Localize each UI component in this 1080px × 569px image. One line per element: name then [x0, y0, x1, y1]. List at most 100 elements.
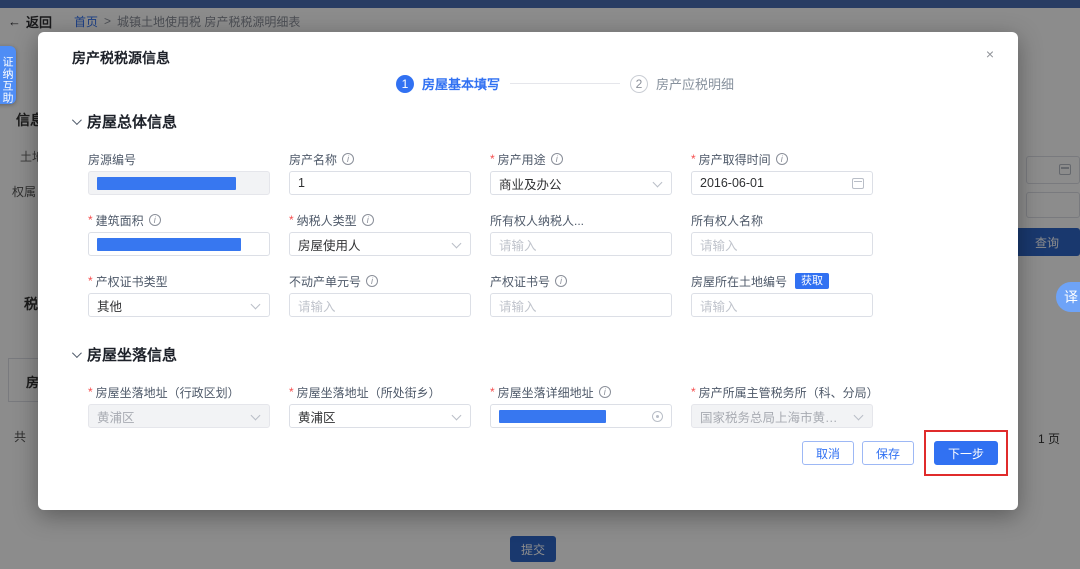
address-street-select[interactable]: 黄浦区 [289, 404, 471, 428]
info-icon[interactable]: i [149, 214, 161, 226]
calendar-icon [852, 178, 864, 189]
required-asterisk: * [88, 274, 93, 288]
screen: ← 返回 首页 > 城镇土地使用税 房产税税源明细表 信息 土地 权属 税源 房… [0, 0, 1080, 569]
field-label: *房屋坐落详细地址 i [490, 385, 672, 399]
step-tax-detail[interactable]: 2 房产应税明细 [630, 74, 734, 93]
real-estate-unit-number-input[interactable]: 请输入 [289, 293, 471, 317]
form-field-ownership-cert-number: 产权证书号i 请输入 [490, 274, 672, 317]
field-placeholder: 请输入 [499, 235, 537, 254]
required-asterisk: * [88, 385, 93, 399]
chevron-down-icon [251, 300, 261, 310]
form-field-ownership-cert-type: *产权证书类型其他 [88, 274, 270, 317]
get-land-number-button[interactable]: 获取 [795, 273, 829, 289]
property-use-select[interactable]: 商业及办公 [490, 171, 672, 195]
field-value: 房屋使用人 [298, 235, 361, 254]
chevron-down-icon [72, 115, 82, 125]
side-helper-tag[interactable]: 证纳互助 [0, 46, 16, 104]
field-value: 黄浦区 [298, 407, 336, 426]
building-area-redacted[interactable] [88, 232, 270, 256]
form-field-taxpayer-type: *纳税人类型i房屋使用人 [289, 213, 471, 256]
close-icon[interactable]: × [982, 46, 998, 62]
form-field-property-use: *房产用途 i 商业及办公 [490, 152, 672, 195]
ownership-cert-type-select[interactable]: 其他 [88, 293, 270, 317]
field-label: *产权证书类型 [88, 274, 270, 288]
address-detail-redacted[interactable] [490, 404, 672, 428]
field-label: 不动产单元号 i [289, 274, 471, 288]
field-value: 商业及办公 [499, 174, 562, 193]
redacted-value [97, 177, 236, 190]
field-label: 房源编号 [88, 152, 270, 166]
field-label: 房屋所在土地编号获取 [691, 274, 873, 288]
property-tax-modal: 房产税税源信息 × 1 房屋基本填写 2 房产应税明细 房屋总体信息 房源编号房… [38, 32, 1018, 510]
owner-taxpayer-id-input[interactable]: 请输入 [490, 232, 672, 256]
form-grid-location: *房屋坐落地址（行政区划）黄浦区*房屋坐落地址（所处街乡）黄浦区*房屋坐落详细地… [88, 385, 984, 428]
field-label-text: 房产名称 [289, 151, 337, 168]
info-icon[interactable]: i [599, 386, 611, 398]
step-basic-info[interactable]: 1 房屋基本填写 [396, 74, 500, 93]
chevron-down-icon [452, 411, 462, 421]
info-icon[interactable]: i [366, 275, 378, 287]
info-icon[interactable]: i [776, 153, 788, 165]
field-placeholder: 请输入 [298, 296, 336, 315]
info-icon[interactable]: i [362, 214, 374, 226]
translate-button[interactable]: 译 [1056, 282, 1080, 312]
form-field-address-district: *房屋坐落地址（行政区划） 黄浦区 [88, 385, 270, 428]
field-label-text: 房产用途 [498, 151, 546, 168]
field-label-text: 建筑面积 [96, 212, 144, 229]
location-pin-icon [652, 411, 663, 422]
field-label: 所有权人名称 [691, 213, 873, 227]
field-placeholder: 请输入 [700, 235, 738, 254]
modal-footer: 取消 保存 下一步 [802, 430, 1008, 476]
field-label-text: 房产取得时间 [699, 151, 771, 168]
field-label-text: 房屋坐落地址（所处街乡） [297, 384, 441, 401]
form-grid-general: 房源编号房产名称i1*房产用途i商业及办公*房产取得时间i2016-06-01*… [88, 152, 984, 317]
field-placeholder: 请输入 [700, 296, 738, 315]
property-name-input[interactable]: 1 [289, 171, 471, 195]
field-label: 产权证书号i [490, 274, 672, 288]
field-label-text: 纳税人类型 [297, 212, 357, 229]
next-step-button[interactable]: 下一步 [934, 441, 998, 465]
required-asterisk: * [490, 385, 495, 399]
field-label: 房产名称 i [289, 152, 471, 166]
field-placeholder: 请输入 [499, 296, 537, 315]
redacted-value [97, 238, 241, 251]
info-icon[interactable]: i [551, 153, 563, 165]
required-asterisk: * [289, 385, 294, 399]
form-field-address-detail: *房屋坐落详细地址 i [490, 385, 672, 428]
field-label-text: 所有权人纳税人... [490, 212, 584, 229]
land-number-input[interactable]: 请输入 [691, 293, 873, 317]
required-asterisk: * [88, 213, 93, 227]
owner-name-input[interactable]: 请输入 [691, 232, 873, 256]
field-label: *房产所属主管税务所（科、分局） [691, 385, 873, 399]
field-value: 其他 [97, 296, 122, 315]
address-district-select: 黄浦区 [88, 404, 270, 428]
property-acquire-date-date[interactable]: 2016-06-01 [691, 171, 873, 195]
field-label: *房屋坐落地址（所处街乡） [289, 385, 471, 399]
ownership-cert-number-input[interactable]: 请输入 [490, 293, 672, 317]
step-2-circle: 2 [630, 75, 648, 93]
field-label-text: 房屋坐落详细地址 [498, 384, 594, 401]
info-icon[interactable]: i [555, 275, 567, 287]
info-icon[interactable]: i [342, 153, 354, 165]
form-field-building-area: *建筑面积 i [88, 213, 270, 256]
chevron-down-icon [251, 411, 261, 421]
step-connector [510, 83, 620, 84]
form-field-property-acquire-date: *房产取得时间 i 2016-06-01 [691, 152, 873, 195]
cancel-button[interactable]: 取消 [802, 441, 854, 465]
form-field-owner-taxpayer-id: 所有权人纳税人... 请输入 [490, 213, 672, 256]
field-label-text: 房屋所在土地编号 [691, 273, 787, 290]
field-label: *房产用途 i [490, 152, 672, 166]
section-header-location[interactable]: 房屋坐落信息 [72, 343, 984, 365]
section-header-general[interactable]: 房屋总体信息 [72, 110, 984, 132]
field-label-text: 房源编号 [88, 151, 136, 168]
chevron-down-icon [854, 411, 864, 421]
field-value: 1 [298, 176, 305, 190]
field-label-text: 不动产单元号 [289, 273, 361, 290]
required-asterisk: * [691, 152, 696, 166]
save-button[interactable]: 保存 [862, 441, 914, 465]
field-label-text: 房屋坐落地址（行政区划） [96, 384, 240, 401]
chevron-down-icon [72, 348, 82, 358]
field-label: *房屋坐落地址（行政区划） [88, 385, 270, 399]
required-asterisk: * [490, 152, 495, 166]
taxpayer-type-select[interactable]: 房屋使用人 [289, 232, 471, 256]
